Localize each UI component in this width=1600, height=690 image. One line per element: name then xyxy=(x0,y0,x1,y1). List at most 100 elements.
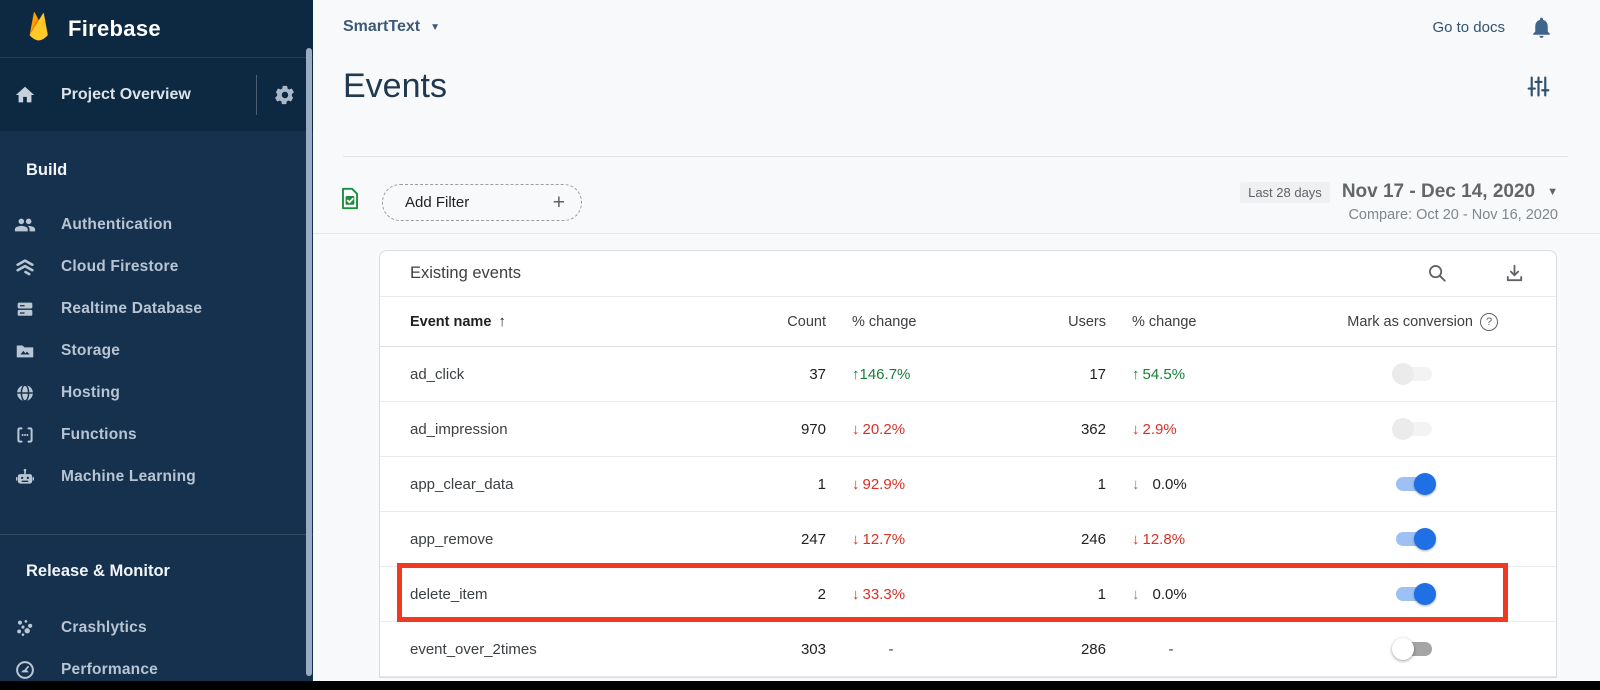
sidebar: Firebase Project Overview Build Authenti… xyxy=(0,0,313,690)
project-overview-label: Project Overview xyxy=(61,86,191,104)
conversion-toggle[interactable] xyxy=(1396,528,1432,550)
event-users: 246 xyxy=(956,531,1106,548)
sidebar-divider xyxy=(0,534,313,535)
sidebar-item-cloud-firestore[interactable]: Cloud Firestore xyxy=(0,246,313,288)
existing-events-card: Existing events Event name ↑ Count % cha… xyxy=(379,250,1557,678)
column-users: Users xyxy=(956,314,1106,330)
sidebar-item-crashlytics[interactable]: Crashlytics xyxy=(0,607,313,649)
sidebar-item-label: Crashlytics xyxy=(61,619,147,637)
date-range-selector[interactable]: Last 28 days Nov 17 - Dec 14, 2020 ▼ xyxy=(1240,181,1558,203)
settings-gear-icon[interactable] xyxy=(257,84,313,106)
change-cell: ↓33.3% xyxy=(826,586,956,603)
sidebar-item-realtime-database[interactable]: Realtime Database xyxy=(0,288,313,330)
change-cell: ↓12.7% xyxy=(826,531,956,548)
card-header: Existing events xyxy=(380,251,1556,297)
filter-divider xyxy=(313,233,1600,234)
table-row[interactable]: ad_click37↑146.7%17↑54.5% xyxy=(380,347,1556,402)
event-name: app_clear_data xyxy=(380,476,746,493)
date-range-block: Last 28 days Nov 17 - Dec 14, 2020 ▼ Com… xyxy=(1240,181,1558,223)
table-row[interactable]: app_remove247↓12.7%246↓12.8% xyxy=(380,512,1556,567)
change-cell: ↓12.8% xyxy=(1106,531,1236,548)
database-icon xyxy=(13,298,37,320)
search-icon[interactable] xyxy=(1426,262,1449,285)
event-count: 303 xyxy=(746,641,826,658)
speedometer-icon xyxy=(13,659,37,681)
sort-ascending-icon: ↑ xyxy=(498,313,506,330)
change-cell: - xyxy=(826,641,956,658)
go-to-docs-link[interactable]: Go to docs xyxy=(1432,19,1505,36)
download-icon[interactable] xyxy=(1503,262,1526,285)
change-cell: ↑146.7% xyxy=(826,366,956,383)
trend-down-arrow-icon: ↓ xyxy=(852,586,860,603)
event-count: 970 xyxy=(746,421,826,438)
event-name: delete_item xyxy=(380,586,746,603)
column-users-change: % change xyxy=(1106,314,1236,330)
globe-icon xyxy=(13,382,37,404)
topbar: SmartText ▼ Go to docs xyxy=(313,0,1600,54)
page-title: Events xyxy=(343,64,1600,108)
plus-icon: + xyxy=(553,191,565,215)
chevron-down-icon: ▼ xyxy=(430,22,440,33)
change-cell: ↓0.0% xyxy=(1106,586,1236,603)
notifications-bell-icon[interactable] xyxy=(1529,15,1554,40)
trend-down-arrow-icon: ↓ xyxy=(852,421,860,438)
add-filter-label: Add Filter xyxy=(405,194,469,211)
change-cell: - xyxy=(1106,641,1236,658)
sidebar-item-functions[interactable]: Functions xyxy=(0,414,313,456)
firebase-logo-icon xyxy=(25,10,51,47)
event-name: ad_impression xyxy=(380,421,746,438)
compare-range: Compare: Oct 20 - Nov 16, 2020 xyxy=(1240,207,1558,223)
table-row[interactable]: app_clear_data1↓92.9%1↓0.0% xyxy=(380,457,1556,512)
sidebar-item-authentication[interactable]: Authentication xyxy=(0,204,313,246)
tune-filters-icon[interactable] xyxy=(1526,74,1551,104)
trend-down-arrow-icon: ↓ xyxy=(852,531,860,548)
change-cell: ↓92.9% xyxy=(826,476,956,493)
project-selector[interactable]: SmartText ▼ xyxy=(343,18,440,36)
event-name: ad_click xyxy=(380,366,746,383)
sidebar-scrollbar[interactable] xyxy=(306,48,312,676)
event-name: app_remove xyxy=(380,531,746,548)
conversion-toggle[interactable] xyxy=(1396,583,1432,605)
conversion-toggle[interactable] xyxy=(1396,418,1432,440)
sidebar-item-label: Hosting xyxy=(61,384,120,402)
trend-up-arrow-icon: ↑ xyxy=(1132,366,1140,383)
column-event-name[interactable]: Event name ↑ xyxy=(380,313,746,330)
event-users: 362 xyxy=(956,421,1106,438)
sidebar-item-project-overview[interactable]: Project Overview xyxy=(0,57,313,131)
event-name: event_over_2times xyxy=(380,641,746,658)
section-release-monitor-label: Release & Monitor xyxy=(26,562,313,581)
change-cell: ↓0.0% xyxy=(1106,476,1236,493)
section-build-label: Build xyxy=(26,161,313,180)
change-cell: ↓20.2% xyxy=(826,421,956,438)
brand-name: Firebase xyxy=(68,16,161,42)
help-icon[interactable]: ? xyxy=(1480,313,1498,331)
sidebar-item-machine-learning[interactable]: Machine Learning xyxy=(0,456,313,498)
filter-bar: Add Filter + Last 28 days Nov 17 - Dec 1… xyxy=(313,181,1600,227)
project-name: SmartText xyxy=(343,18,420,36)
event-count: 37 xyxy=(746,366,826,383)
sidebar-item-storage[interactable]: Storage xyxy=(0,330,313,372)
brand[interactable]: Firebase xyxy=(0,0,313,57)
event-users: 286 xyxy=(956,641,1106,658)
conversion-toggle[interactable] xyxy=(1396,363,1432,385)
sidebar-item-label: Cloud Firestore xyxy=(61,258,179,276)
column-count-change: % change xyxy=(826,314,956,330)
table-row[interactable]: ad_impression970↓20.2%362↓2.9% xyxy=(380,402,1556,457)
event-users: 1 xyxy=(956,586,1106,603)
conversion-toggle[interactable] xyxy=(1396,473,1432,495)
trend-up-arrow-icon: ↑ xyxy=(852,366,860,383)
conversion-toggle[interactable] xyxy=(1396,638,1432,660)
sidebar-item-hosting[interactable]: Hosting xyxy=(0,372,313,414)
table-row[interactable]: event_over_2times303-286- xyxy=(380,622,1556,677)
crashlytics-icon xyxy=(13,617,37,639)
functions-icon xyxy=(13,424,37,446)
table-row[interactable]: delete_item2↓33.3%1↓0.0% xyxy=(380,567,1556,622)
range-chip: Last 28 days xyxy=(1240,182,1330,203)
add-filter-button[interactable]: Add Filter + xyxy=(382,184,582,221)
column-count: Count xyxy=(746,314,826,330)
sidebar-item-label: Functions xyxy=(61,426,137,444)
chevron-down-icon: ▼ xyxy=(1547,186,1558,198)
main-content: SmartText ▼ Go to docs Events Add Filter… xyxy=(313,0,1600,690)
event-count: 247 xyxy=(746,531,826,548)
data-ok-check-icon xyxy=(336,185,363,217)
